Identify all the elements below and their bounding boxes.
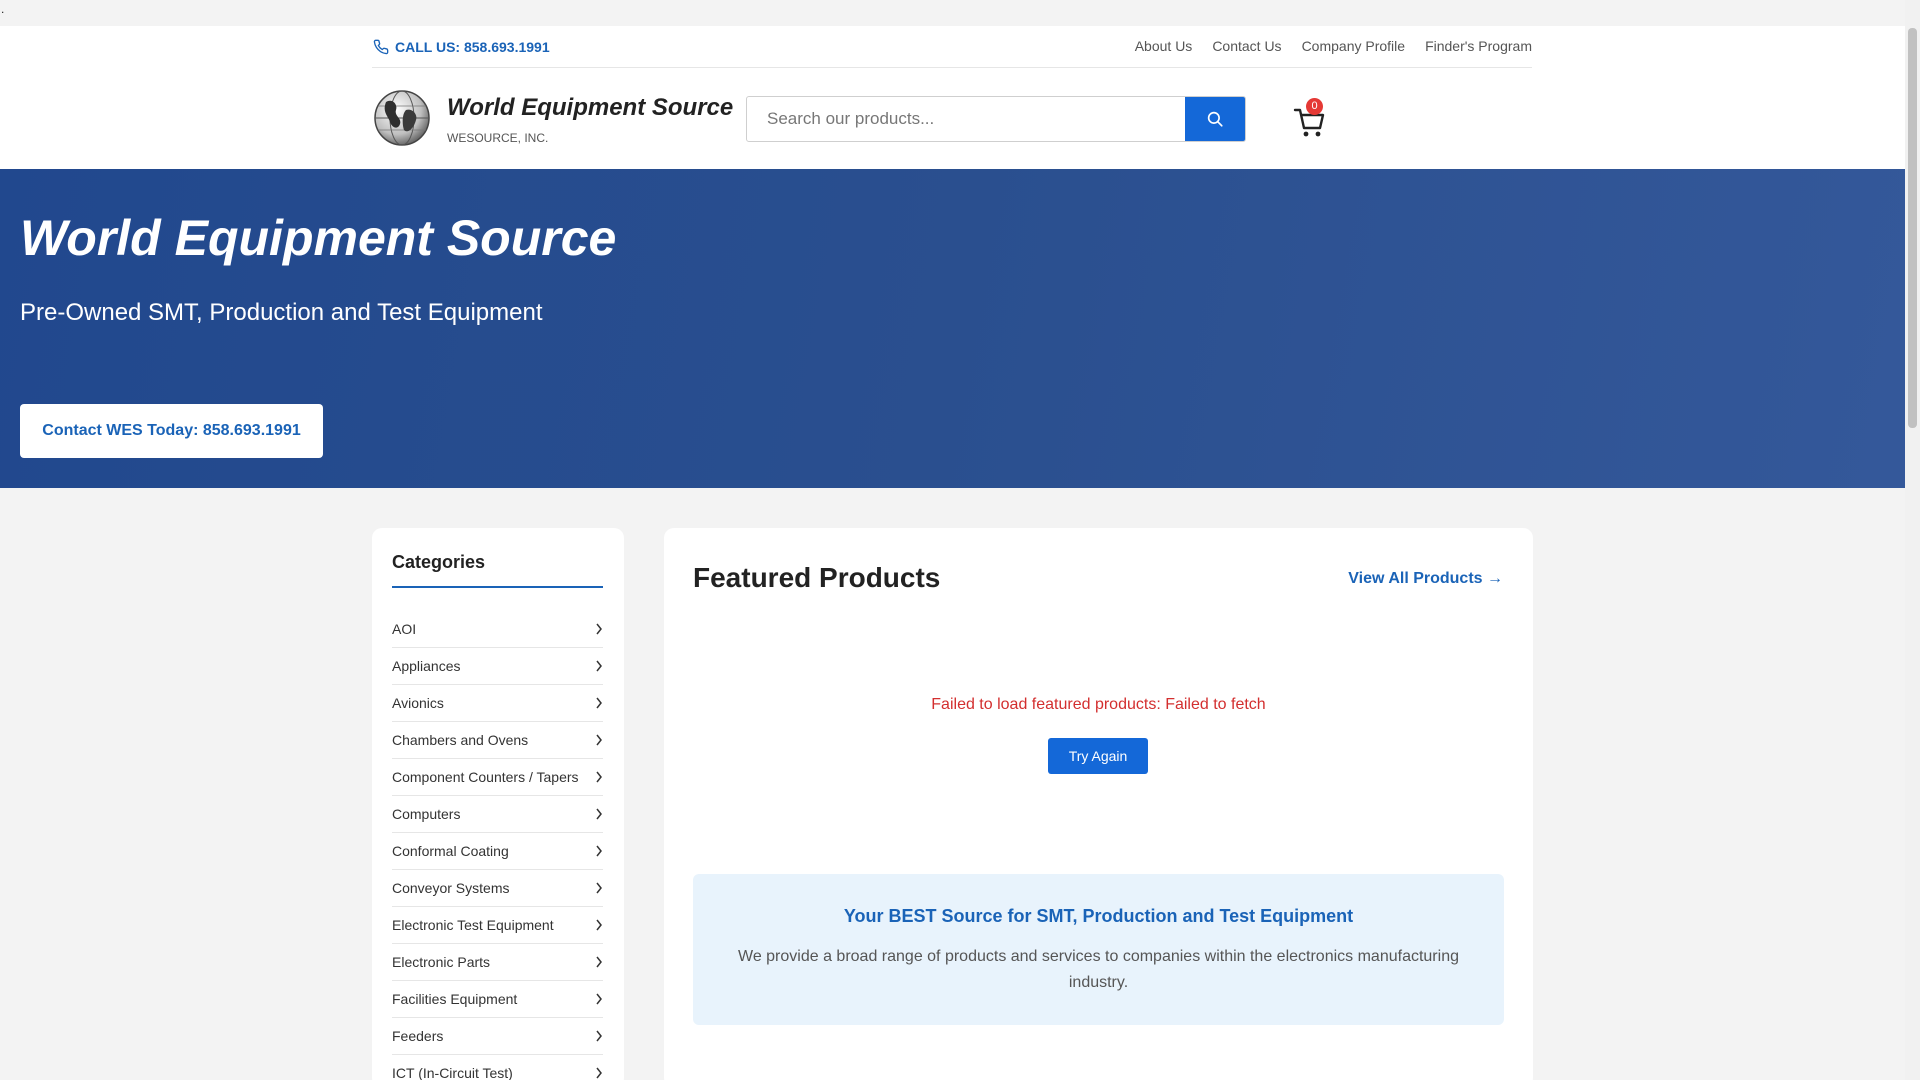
category-label: Appliances [392,658,461,674]
category-item-electronic-parts[interactable]: Electronic Parts [392,944,603,981]
category-label: Facilities Equipment [392,991,518,1007]
nav-about-us[interactable]: About Us [1135,38,1193,54]
search-button[interactable] [1185,97,1245,141]
category-item-conformal-coating[interactable]: Conformal Coating [392,833,603,870]
brand-title[interactable]: World Equipment Source [447,94,733,122]
brand-subtitle: WESOURCE, INC. [447,131,549,145]
search-input[interactable] [747,97,1187,141]
category-item-conveyor-systems[interactable]: Conveyor Systems [392,870,603,907]
category-label: Conformal Coating [392,843,509,859]
stray-dot: . [1,2,5,16]
load-error-message: Failed to load featured products: Failed… [931,696,1266,713]
category-item-avionics[interactable]: Avionics [392,685,603,722]
search-icon [1207,111,1223,127]
category-item-chambers-ovens[interactable]: Chambers and Ovens [392,722,603,759]
category-item-feeders[interactable]: Feeders [392,1018,603,1055]
chevron-right-icon [596,1030,602,1042]
chevron-right-icon [596,771,602,783]
top-bar: CALL US: 858.693.1991 About Us Contact U… [372,26,1532,68]
category-item-ict[interactable]: ICT (In-Circuit Test) [392,1055,603,1080]
chevron-right-icon [596,660,602,672]
category-label: Computers [392,806,461,822]
category-label: Chambers and Ovens [392,732,529,748]
featured-products-panel: Featured Products View All Products → Fa… [664,528,1533,1080]
nav-company-profile[interactable]: Company Profile [1302,38,1406,54]
try-again-button[interactable]: Try Again [1048,738,1148,774]
chevron-right-icon [596,734,602,746]
chevron-right-icon [596,808,602,820]
chevron-right-icon [596,845,602,857]
category-label: Electronic Parts [392,954,491,970]
top-nav: About Us Contact Us Company Profile Find… [1135,38,1532,54]
cart-count-badge: 0 [1306,98,1323,115]
globe-logo[interactable] [372,88,432,148]
category-label: Component Counters / Tapers [392,769,579,785]
category-list: AOI Appliances Avionics Chambers and Ove… [392,611,603,1080]
contact-cta-button[interactable]: Contact WES Today: 858.693.1991 [20,404,323,458]
nav-finders-program[interactable]: Finder's Program [1425,38,1532,54]
category-item-appliances[interactable]: Appliances [392,648,603,685]
hero-banner: World Equipment Source Pre-Owned SMT, Pr… [0,169,1905,488]
category-item-component-counters[interactable]: Component Counters / Tapers [392,759,603,796]
hero-title: World Equipment Source [20,210,617,266]
categories-underline [392,586,603,588]
chevron-right-icon [596,1067,602,1079]
view-all-products-link[interactable]: View All Products → [1348,570,1503,588]
category-item-facilities-equipment[interactable]: Facilities Equipment [392,981,603,1018]
category-label: AOI [392,621,417,637]
chevron-right-icon [596,623,602,635]
category-label: ICT (In-Circuit Test) [392,1065,513,1080]
scrollbar-thumb[interactable] [1908,28,1917,428]
call-us-label: CALL US: 858.693.1991 [395,39,550,55]
hero-subtitle: Pre-Owned SMT, Production and Test Equip… [20,299,543,326]
featured-products-title: Featured Products [693,562,941,593]
category-label: Feeders [392,1028,444,1044]
categories-title: Categories [392,552,486,572]
chevron-right-icon [596,882,602,894]
browser-top-strip [0,0,1905,26]
call-us-link[interactable]: CALL US: 858.693.1991 [373,37,550,57]
category-label: Conveyor Systems [392,880,510,896]
nav-contact-us[interactable]: Contact Us [1212,38,1281,54]
categories-sidebar: Categories AOI Appliances Avionics Chamb… [372,528,624,1080]
site-header: CALL US: 858.693.1991 About Us Contact U… [0,26,1905,169]
promo-box: Your BEST Source for SMT, Production and… [693,874,1504,1025]
category-label: Electronic Test Equipment [392,917,554,933]
category-item-computers[interactable]: Computers [392,796,603,833]
chevron-right-icon [596,956,602,968]
search-bar [746,96,1246,142]
category-item-aoi[interactable]: AOI [392,611,603,648]
promo-text: We provide a broad range of products and… [738,948,1459,991]
phone-icon [373,39,389,55]
category-label: Avionics [392,695,444,711]
chevron-right-icon [596,697,602,709]
category-item-electronic-test-equipment[interactable]: Electronic Test Equipment [392,907,603,944]
chevron-right-icon [596,993,602,1005]
chevron-right-icon [596,919,602,931]
promo-title: Your BEST Source for SMT, Production and… [843,906,1354,926]
